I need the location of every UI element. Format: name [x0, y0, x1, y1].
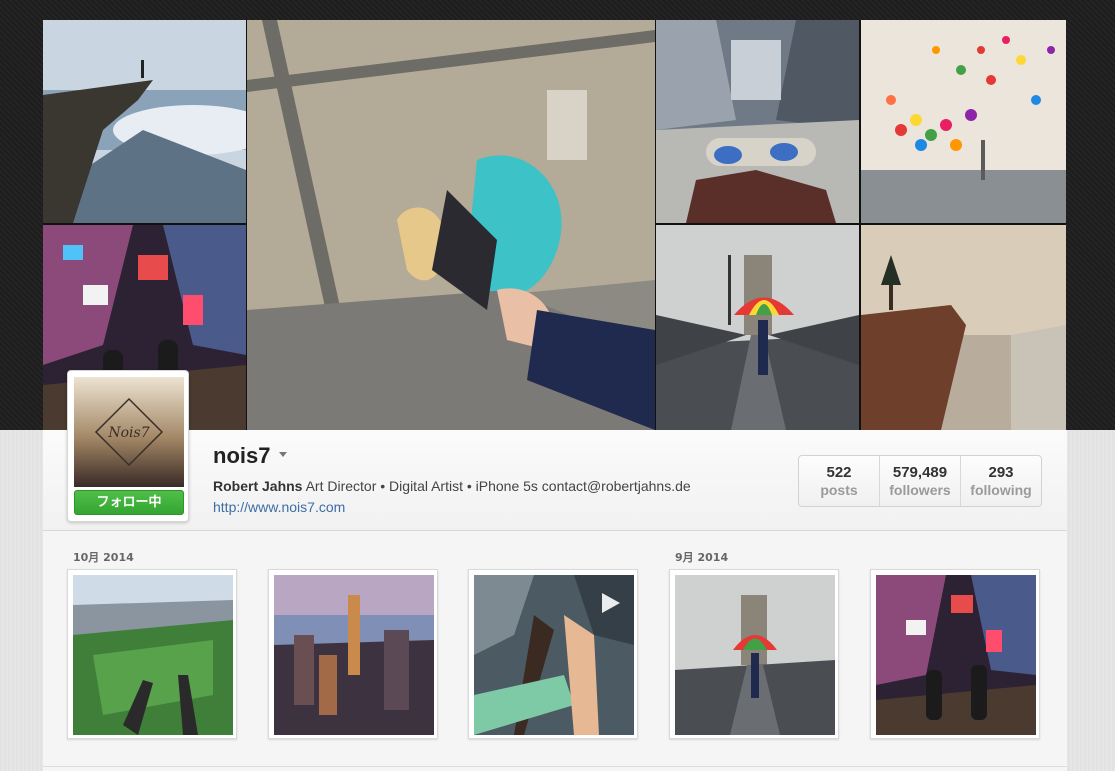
feed-thumbnail[interactable] [468, 569, 638, 739]
profile-header: Nois7 フォロー中 nois7 Robert Jahns Art Direc… [43, 370, 1067, 531]
hero-photo-cliff[interactable] [43, 20, 246, 223]
hero-photo-holding-hands[interactable] [247, 20, 655, 430]
profile-bio: Robert Jahns Art Director • Digital Arti… [213, 478, 691, 494]
feed-thumbnail[interactable] [67, 569, 237, 739]
stat-label: following [970, 482, 1032, 498]
stat-value: 579,489 [892, 464, 948, 481]
times-square-feet-photo [876, 575, 1036, 735]
bridge-umbrella-photo [675, 575, 835, 735]
hero-photo-bridge-umbrella[interactable] [656, 225, 859, 430]
stat-label: followers [889, 482, 951, 498]
stat-value: 293 [988, 464, 1014, 481]
month-label: 9月 2014 [675, 551, 729, 564]
hero-photo-balloons[interactable] [861, 20, 1066, 223]
selfie-stick-rooftop-video [474, 575, 634, 735]
stat-followers[interactable]: 579,489 followers [880, 456, 961, 506]
profile-full-name: Robert Jahns [213, 478, 303, 494]
stat-posts[interactable]: 522 posts [799, 456, 880, 506]
feed-thumbnail[interactable] [669, 569, 839, 739]
month-label: 10月 2014 [73, 551, 134, 564]
chevron-down-icon[interactable] [279, 452, 287, 457]
feed-thumbnail[interactable] [268, 569, 438, 739]
stat-value: 522 [826, 464, 852, 481]
avatar[interactable]: Nois7 [74, 377, 184, 487]
profile-stats: 522 posts 579,489 followers 293 followin… [798, 455, 1042, 507]
hero-collage [43, 20, 1066, 430]
profile-username: nois7 [213, 443, 271, 468]
central-park-feet-photo [73, 575, 233, 735]
stat-label: posts [820, 482, 858, 498]
empire-state-skyline-photo [274, 575, 434, 735]
hero-photo-cliff-tree[interactable] [861, 225, 1066, 430]
profile-card: Nois7 フォロー中 nois7 Robert Jahns Art Direc… [43, 370, 1067, 771]
avatar-logo-text: Nois7 [107, 425, 149, 441]
feed-thumbnail[interactable] [870, 569, 1040, 739]
section-divider [43, 766, 1067, 767]
following-button[interactable]: フォロー中 [74, 490, 184, 515]
profile-bio-text: Art Director • Digital Artist • iPhone 5… [305, 478, 691, 494]
stat-following[interactable]: 293 following [961, 456, 1041, 506]
avatar-frame: Nois7 フォロー中 [67, 370, 189, 522]
profile-website-link[interactable]: http://www.nois7.com [213, 499, 345, 515]
hero-photo-skateboard[interactable] [656, 20, 859, 223]
